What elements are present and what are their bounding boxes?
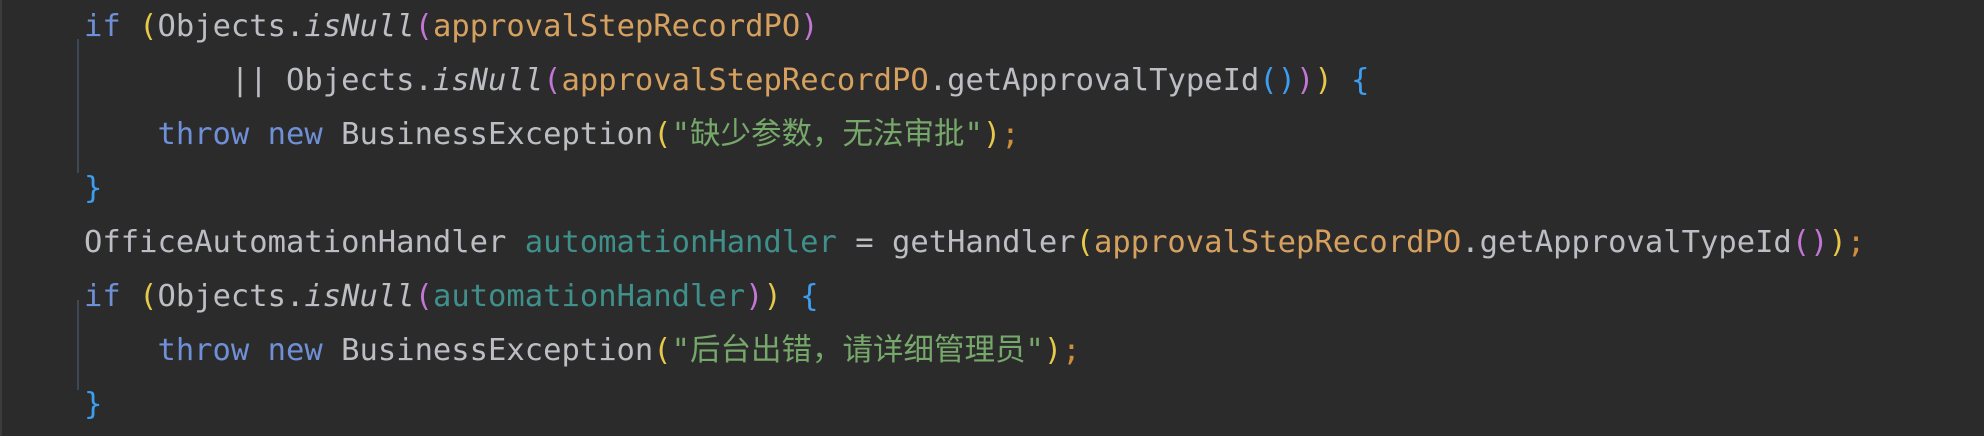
code-token: approvalStepRecordPO xyxy=(432,9,801,44)
code-token: ) xyxy=(1296,63,1315,98)
code-token: ) xyxy=(1043,333,1063,368)
code-token: "缺少参数，无法审批" xyxy=(671,117,983,152)
code-token: . xyxy=(928,63,948,98)
code-token: OfficeAutomationHandler xyxy=(84,225,525,260)
code-line[interactable]: if (Objects.isNull(automationHandler)) { xyxy=(84,270,819,324)
code-token: ( xyxy=(1075,225,1094,260)
code-token: { xyxy=(800,279,819,314)
code-token: "后台出错，请详细管理员" xyxy=(671,333,1044,368)
indent-guide xyxy=(77,39,79,173)
code-line[interactable]: throw new BusinessException("缺少参数，无法审批")… xyxy=(84,108,1020,162)
code-token: if xyxy=(84,9,121,44)
code-token: new xyxy=(267,333,323,368)
code-line[interactable]: } xyxy=(84,162,102,216)
code-token: || xyxy=(230,63,286,98)
code-token: () xyxy=(1259,63,1297,98)
code-line[interactable]: if (Objects.isNull(approvalStepRecordPO) xyxy=(84,0,819,54)
code-token: ( xyxy=(653,333,672,368)
code-line[interactable]: throw new BusinessException("后台出错，请详细管理员… xyxy=(84,324,1081,378)
code-line[interactable]: } xyxy=(84,378,102,432)
code-token: ) xyxy=(745,279,764,314)
code-token: throw xyxy=(157,333,250,368)
code-token: BusinessException xyxy=(322,117,654,152)
code-token: ; xyxy=(1062,333,1081,368)
code-line[interactable]: OfficeAutomationHandler automationHandle… xyxy=(84,216,1865,270)
code-token: . xyxy=(414,63,433,98)
code-token: isNull xyxy=(304,279,415,314)
code-token: approvalStepRecordPO xyxy=(561,63,929,98)
code-token: = xyxy=(836,225,892,260)
code-token: ; xyxy=(1001,117,1020,152)
code-token: throw xyxy=(157,117,250,152)
code-line[interactable]: || Objects.isNull(approvalStepRecordPO.g… xyxy=(84,54,1370,108)
code-token: isNull xyxy=(304,9,415,44)
code-token: . xyxy=(1461,225,1480,260)
code-token: approvalStepRecordPO xyxy=(1093,225,1462,260)
code-token: () xyxy=(1791,225,1829,260)
code-token: { xyxy=(1351,63,1370,98)
code-token: } xyxy=(84,171,103,206)
gutter-edge xyxy=(0,0,2,436)
code-token: ( xyxy=(543,63,562,98)
code-token: . xyxy=(286,279,305,314)
code-token: ) xyxy=(763,279,782,314)
code-editor[interactable]: if (Objects.isNull(approvalStepRecordPO)… xyxy=(0,0,1984,436)
code-token: new xyxy=(267,117,323,152)
code-token: ) xyxy=(982,117,1002,152)
indent-guide xyxy=(77,300,79,390)
code-token: getApprovalTypeId xyxy=(947,63,1260,98)
code-token: getHandler xyxy=(891,225,1076,260)
code-token: ( xyxy=(414,279,433,314)
code-token: ( xyxy=(139,9,158,44)
code-token: ) xyxy=(1828,225,1847,260)
code-token: if xyxy=(84,279,121,314)
code-token: automationHandler xyxy=(524,225,837,260)
code-token: getApprovalTypeId xyxy=(1479,225,1792,260)
code-token: } xyxy=(84,387,103,422)
code-token: ) xyxy=(1314,63,1333,98)
code-token: Objects xyxy=(157,279,287,314)
code-token: isNull xyxy=(432,63,544,98)
code-token: BusinessException xyxy=(322,333,654,368)
code-token: automationHandler xyxy=(432,279,746,314)
code-token: Objects xyxy=(286,63,415,98)
code-token: Objects xyxy=(157,9,287,44)
code-token: . xyxy=(286,9,305,44)
code-token: ( xyxy=(139,279,158,314)
code-token: ( xyxy=(414,9,433,44)
code-token: ) xyxy=(800,9,819,44)
code-token: ; xyxy=(1846,225,1866,260)
code-token: ( xyxy=(653,117,672,152)
